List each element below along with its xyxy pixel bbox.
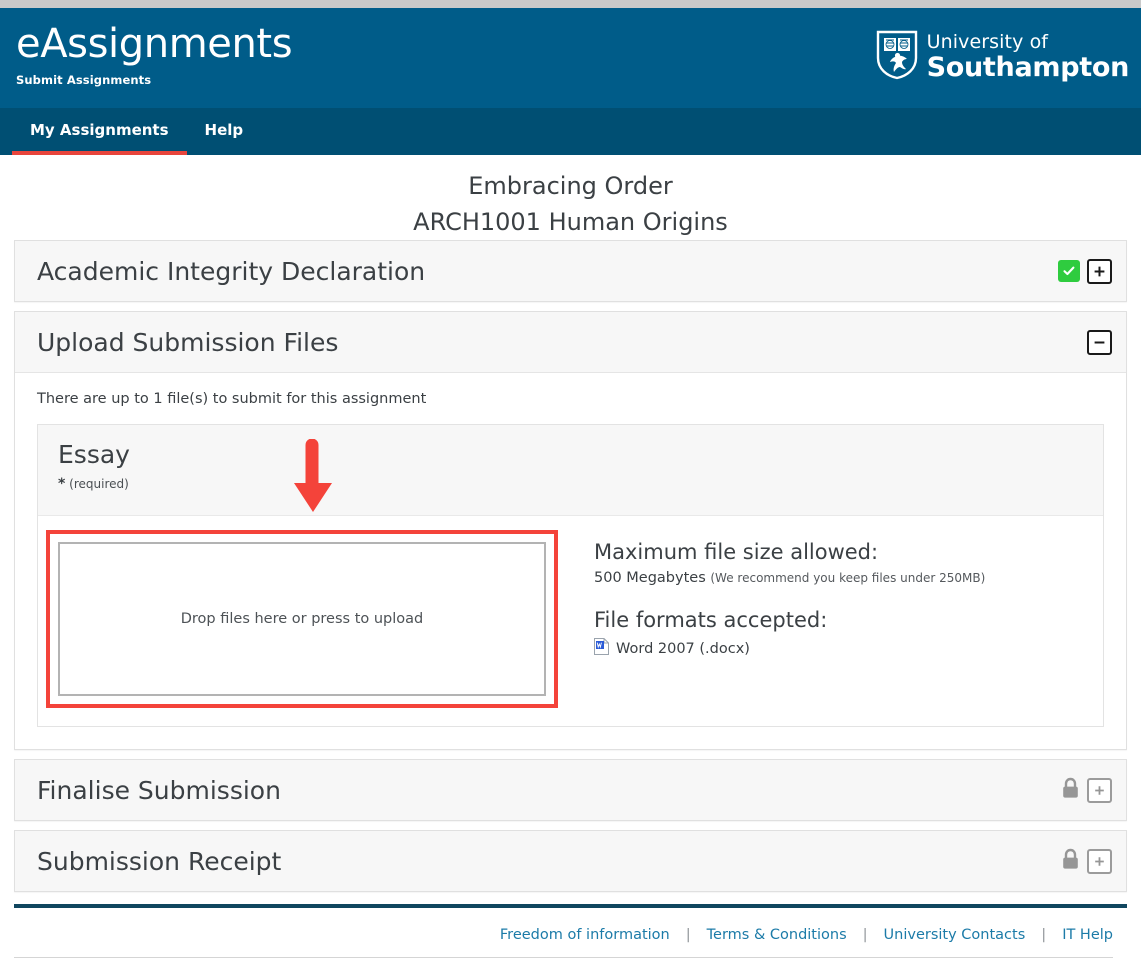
nav-item-label: Help <box>204 120 244 139</box>
plus-box-icon[interactable] <box>1087 777 1112 803</box>
panel-submission-receipt: Submission Receipt <box>14 830 1127 892</box>
panel-header-upload[interactable]: Upload Submission Files <box>15 312 1126 372</box>
footer-link-terms-conditions[interactable]: Terms & Conditions <box>707 927 847 943</box>
assignment-name: Embracing Order <box>468 172 673 200</box>
app-subtitle: Submit Assignments <box>16 73 152 87</box>
panel-header-icons <box>1061 777 1112 803</box>
panel-header-icons <box>1087 329 1112 355</box>
file-dropzone[interactable]: Drop files here or press to upload <box>58 542 546 696</box>
required-star: * <box>58 476 66 492</box>
lock-icon <box>1061 777 1080 803</box>
dropzone-label: Drop files here or press to upload <box>180 611 424 627</box>
panel-title: Finalise Submission <box>37 775 281 805</box>
panel-header-academic-integrity[interactable]: Academic Integrity Declaration <box>15 241 1126 301</box>
panel-title: Academic Integrity Declaration <box>37 256 426 286</box>
main-content: Embracing Order ARCH1001 Human Origins A… <box>0 155 1141 958</box>
file-upload-area: Drop files here or press to upload Maxim… <box>38 515 1103 726</box>
file-format-item: Word 2007 (.docx) <box>594 638 1103 659</box>
footer-link-it-help[interactable]: IT Help <box>1062 927 1113 943</box>
panel-academic-integrity: Academic Integrity Declaration <box>14 240 1127 302</box>
word-document-icon <box>594 638 609 659</box>
university-line2: Southampton <box>926 52 1130 83</box>
panel-header-icons <box>1061 848 1112 874</box>
file-required-marker: * (required) <box>58 476 1083 492</box>
file-requirement-header: Essay * (required) <box>38 425 1103 515</box>
panel-header-receipt[interactable]: Submission Receipt <box>15 831 1126 891</box>
nav-item-my-assignments[interactable]: My Assignments <box>12 108 187 155</box>
main-nav: My Assignments Help <box>0 108 1141 155</box>
university-logo: University of Southampton <box>876 30 1129 84</box>
plus-box-icon[interactable] <box>1087 258 1112 284</box>
university-line1: University of <box>926 31 1049 53</box>
lock-icon <box>1061 848 1080 874</box>
panel-header-finalise[interactable]: Finalise Submission <box>15 760 1126 820</box>
footer-link-freedom-of-information[interactable]: Freedom of information <box>500 927 670 943</box>
footer-separator: | <box>685 927 691 943</box>
assignment-module: ARCH1001 Human Origins <box>413 208 728 236</box>
nav-item-label: My Assignments <box>30 120 169 139</box>
max-file-size-line: 500 Megabytes (We recommend you keep fil… <box>594 570 1103 586</box>
panel-title: Upload Submission Files <box>37 327 339 357</box>
file-format-label: Word 2007 (.docx) <box>616 640 750 657</box>
footer-bottom-divider <box>14 957 1113 958</box>
max-file-size-heading: Maximum file size allowed: <box>594 540 879 564</box>
plus-box-icon[interactable] <box>1087 848 1112 874</box>
panel-header-icons <box>1058 258 1112 284</box>
site-header: eAssignments Submit Assignments Universi… <box>0 8 1141 108</box>
browser-top-strip <box>0 0 1141 8</box>
site-footer: Freedom of information | Terms & Conditi… <box>14 908 1127 958</box>
footer-separator: | <box>862 927 868 943</box>
app-title: eAssignments <box>16 21 293 67</box>
nav-item-help[interactable]: Help <box>187 108 262 155</box>
panel-upload-submission-files: Upload Submission Files There are up to … <box>14 311 1127 750</box>
file-formats-heading: File formats accepted: <box>594 608 828 632</box>
page-title: Embracing Order ARCH1001 Human Origins <box>14 155 1127 240</box>
panel-body-upload: There are up to 1 file(s) to submit for … <box>15 372 1126 749</box>
panel-finalise-submission: Finalise Submission <box>14 759 1127 821</box>
panel-title: Submission Receipt <box>37 846 282 876</box>
required-label: (required) <box>69 477 129 491</box>
footer-separator: | <box>1041 927 1047 943</box>
max-file-size-note: (We recommend you keep files under 250MB… <box>710 571 986 585</box>
max-file-size-value: 500 Megabytes <box>594 570 706 586</box>
university-shield-icon <box>876 30 918 84</box>
check-badge-icon <box>1058 260 1080 282</box>
file-requirement-block: Essay * (required) Drop files here or pr… <box>37 424 1104 727</box>
upload-note: There are up to 1 file(s) to submit for … <box>37 391 427 407</box>
brand: eAssignments Submit Assignments <box>16 20 293 87</box>
dropzone-highlight: Drop files here or press to upload <box>46 530 558 708</box>
footer-link-university-contacts[interactable]: University Contacts <box>884 927 1026 943</box>
university-wordmark: University of Southampton <box>926 31 1130 83</box>
file-info: Maximum file size allowed: 500 Megabytes… <box>558 524 1103 659</box>
page-root: eAssignments Submit Assignments Universi… <box>0 0 1141 969</box>
file-requirement-name: Essay <box>58 440 130 469</box>
minus-box-icon[interactable] <box>1087 329 1112 355</box>
